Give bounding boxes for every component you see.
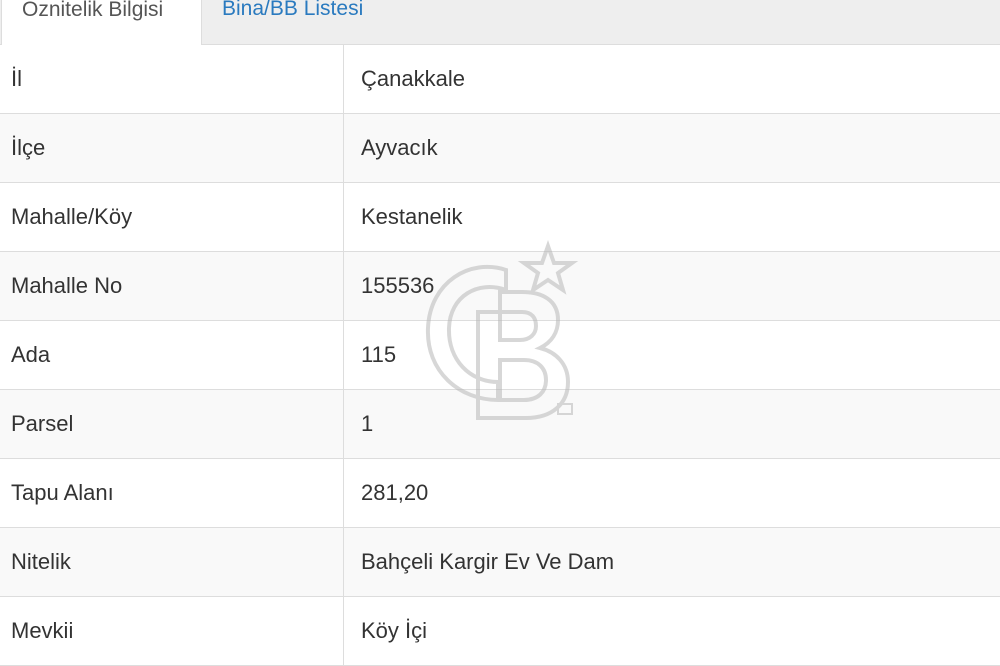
row-label: Tapu Alanı — [0, 459, 344, 527]
row-label: İlçe — [0, 114, 344, 182]
row-label: Nitelik — [0, 528, 344, 596]
row-label: Ada — [0, 321, 344, 389]
tab-bar: Öznitelik Bilgisi Bina/BB Listesi — [0, 0, 1000, 45]
table-row: İl Çanakkale — [0, 45, 1000, 114]
table-row: Ada 115 — [0, 321, 1000, 390]
row-value: Kestanelik — [361, 204, 463, 229]
table-row: Mahalle No 155536 — [0, 252, 1000, 321]
attribute-table: İl Çanakkale İlçe Ayvacık Mahalle/Köy Ke… — [0, 45, 1000, 666]
table-row: Parsel 1 — [0, 390, 1000, 459]
table-row: Mevkii Köy İçi — [0, 597, 1000, 666]
row-label: Mahalle No — [0, 252, 344, 320]
table-row: Nitelik Bahçeli Kargir Ev Ve Dam — [0, 528, 1000, 597]
table-row: İlçe Ayvacık — [0, 114, 1000, 183]
row-value: 281,20 — [361, 480, 429, 505]
tab-oznitelik-bilgisi[interactable]: Öznitelik Bilgisi — [1, 0, 202, 45]
tab-bina-bb-listesi[interactable]: Bina/BB Listesi — [202, 0, 383, 45]
row-label: Mevkii — [0, 597, 344, 665]
table-row: Mahalle/Köy Kestanelik — [0, 183, 1000, 252]
row-label: Parsel — [0, 390, 344, 458]
row-value: 1 — [361, 411, 374, 436]
row-value: Köy İçi — [361, 618, 428, 643]
row-value: Bahçeli Kargir Ev Ve Dam — [361, 549, 615, 574]
table-row: Tapu Alanı 281,20 — [0, 459, 1000, 528]
row-value: Ayvacık — [361, 135, 438, 160]
row-value: 115 — [361, 342, 397, 367]
row-value: Çanakkale — [361, 66, 465, 91]
row-value: 155536 — [361, 273, 435, 298]
row-label: Mahalle/Köy — [0, 183, 344, 251]
row-label: İl — [0, 45, 344, 113]
